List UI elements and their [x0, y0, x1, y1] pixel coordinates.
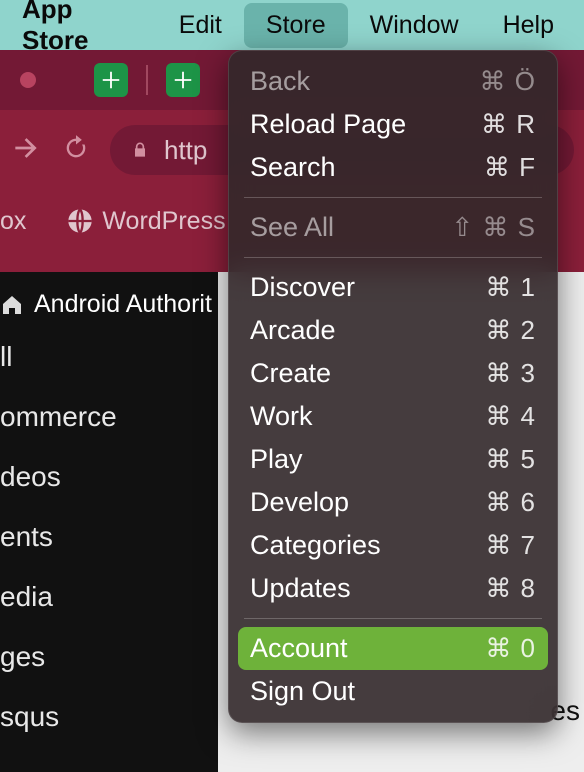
- reload-icon: [62, 134, 90, 162]
- menu-work[interactable]: Work ⌘ 4: [238, 395, 548, 438]
- bookmark-item[interactable]: WordPress: [44, 207, 225, 236]
- menu-reload-page[interactable]: Reload Page ⌘ R: [238, 103, 548, 146]
- sidebar-item[interactable]: squs: [0, 687, 218, 747]
- menu-label: See All: [250, 212, 334, 243]
- menu-label: Create: [250, 358, 331, 389]
- menu-edit[interactable]: Edit: [157, 3, 244, 48]
- menubar: App Store Edit Store Window Help: [0, 0, 584, 50]
- menu-account[interactable]: Account ⌘ 0: [238, 627, 548, 670]
- menu-back[interactable]: Back ⌘ Ö: [238, 60, 548, 103]
- store-dropdown-menu: Back ⌘ Ö Reload Page ⌘ R Search ⌘ F See …: [228, 50, 558, 723]
- menu-see-all[interactable]: See All ⇧ ⌘ S: [238, 206, 548, 249]
- menu-label: Discover: [250, 272, 355, 303]
- cross-icon: [100, 69, 122, 91]
- arrow-right-icon: [10, 132, 42, 164]
- bookmark-label: WordPress: [102, 207, 225, 236]
- menu-label: Updates: [250, 573, 351, 604]
- menu-label: Work: [250, 401, 313, 432]
- menu-label: Reload Page: [250, 109, 406, 140]
- menu-separator: [244, 618, 542, 619]
- sidebar-item[interactable]: edia: [0, 567, 218, 627]
- menu-play[interactable]: Play ⌘ 5: [238, 438, 548, 481]
- menu-label: Sign Out: [250, 676, 355, 707]
- sidebar-item[interactable]: ll: [0, 327, 218, 387]
- menu-create[interactable]: Create ⌘ 3: [238, 352, 548, 395]
- sidebar-item[interactable]: deos: [0, 447, 218, 507]
- menu-label: Arcade: [250, 315, 336, 346]
- globe-icon: [66, 207, 94, 235]
- menu-shortcut: ⌘ 8: [485, 573, 536, 604]
- home-icon: [0, 293, 24, 317]
- menu-separator: [244, 197, 542, 198]
- menu-shortcut: ⌘ 5: [485, 444, 536, 475]
- lock-icon: [130, 139, 150, 161]
- menu-label: Develop: [250, 487, 349, 518]
- sidebar-title[interactable]: Android Authorit: [0, 286, 218, 327]
- menu-window[interactable]: Window: [348, 3, 481, 48]
- menu-shortcut: ⌘ 0: [485, 633, 536, 664]
- reload-button[interactable]: [62, 134, 90, 167]
- sidebar: Android Authorit ll ommerce deos ents ed…: [0, 272, 218, 772]
- menu-updates[interactable]: Updates ⌘ 8: [238, 567, 548, 610]
- forward-button[interactable]: [10, 132, 42, 169]
- menu-shortcut: ⌘ R: [481, 109, 536, 140]
- menu-shortcut: ⇧ ⌘ S: [451, 212, 536, 243]
- menu-store[interactable]: Store: [244, 3, 348, 48]
- menu-categories[interactable]: Categories ⌘ 7: [238, 524, 548, 567]
- menu-shortcut: ⌘ 2: [485, 315, 536, 346]
- menu-shortcut: ⌘ 7: [485, 530, 536, 561]
- menu-sign-out[interactable]: Sign Out: [238, 670, 548, 713]
- tab-icon-1[interactable]: [94, 63, 128, 97]
- window-control-dot[interactable]: [20, 72, 36, 88]
- sidebar-item[interactable]: ges: [0, 627, 218, 687]
- sidebar-title-text: Android Authorit: [34, 290, 212, 319]
- menu-label: Search: [250, 152, 336, 183]
- menu-develop[interactable]: Develop ⌘ 6: [238, 481, 548, 524]
- url-text: http: [164, 135, 207, 166]
- menu-shortcut: ⌘ Ö: [480, 66, 536, 97]
- menu-shortcut: ⌘ 4: [485, 401, 536, 432]
- menu-separator: [244, 257, 542, 258]
- menu-search[interactable]: Search ⌘ F: [238, 146, 548, 189]
- sidebar-item[interactable]: ents: [0, 507, 218, 567]
- sidebar-item[interactable]: ommerce: [0, 387, 218, 447]
- bookmark-item[interactable]: ox: [0, 207, 26, 236]
- menu-shortcut: ⌘ 1: [485, 272, 536, 303]
- tab-icon-2[interactable]: [166, 63, 200, 97]
- menu-shortcut: ⌘ 6: [485, 487, 536, 518]
- menu-discover[interactable]: Discover ⌘ 1: [238, 266, 548, 309]
- menu-help[interactable]: Help: [481, 3, 576, 48]
- menu-arcade[interactable]: Arcade ⌘ 2: [238, 309, 548, 352]
- menu-shortcut: ⌘ F: [484, 152, 536, 183]
- menu-label: Back: [250, 66, 310, 97]
- menu-label: Account: [250, 633, 348, 664]
- cross-icon: [172, 69, 194, 91]
- menu-label: Categories: [250, 530, 381, 561]
- menu-shortcut: ⌘ 3: [485, 358, 536, 389]
- tab-separator: [146, 65, 148, 95]
- menu-label: Play: [250, 444, 303, 475]
